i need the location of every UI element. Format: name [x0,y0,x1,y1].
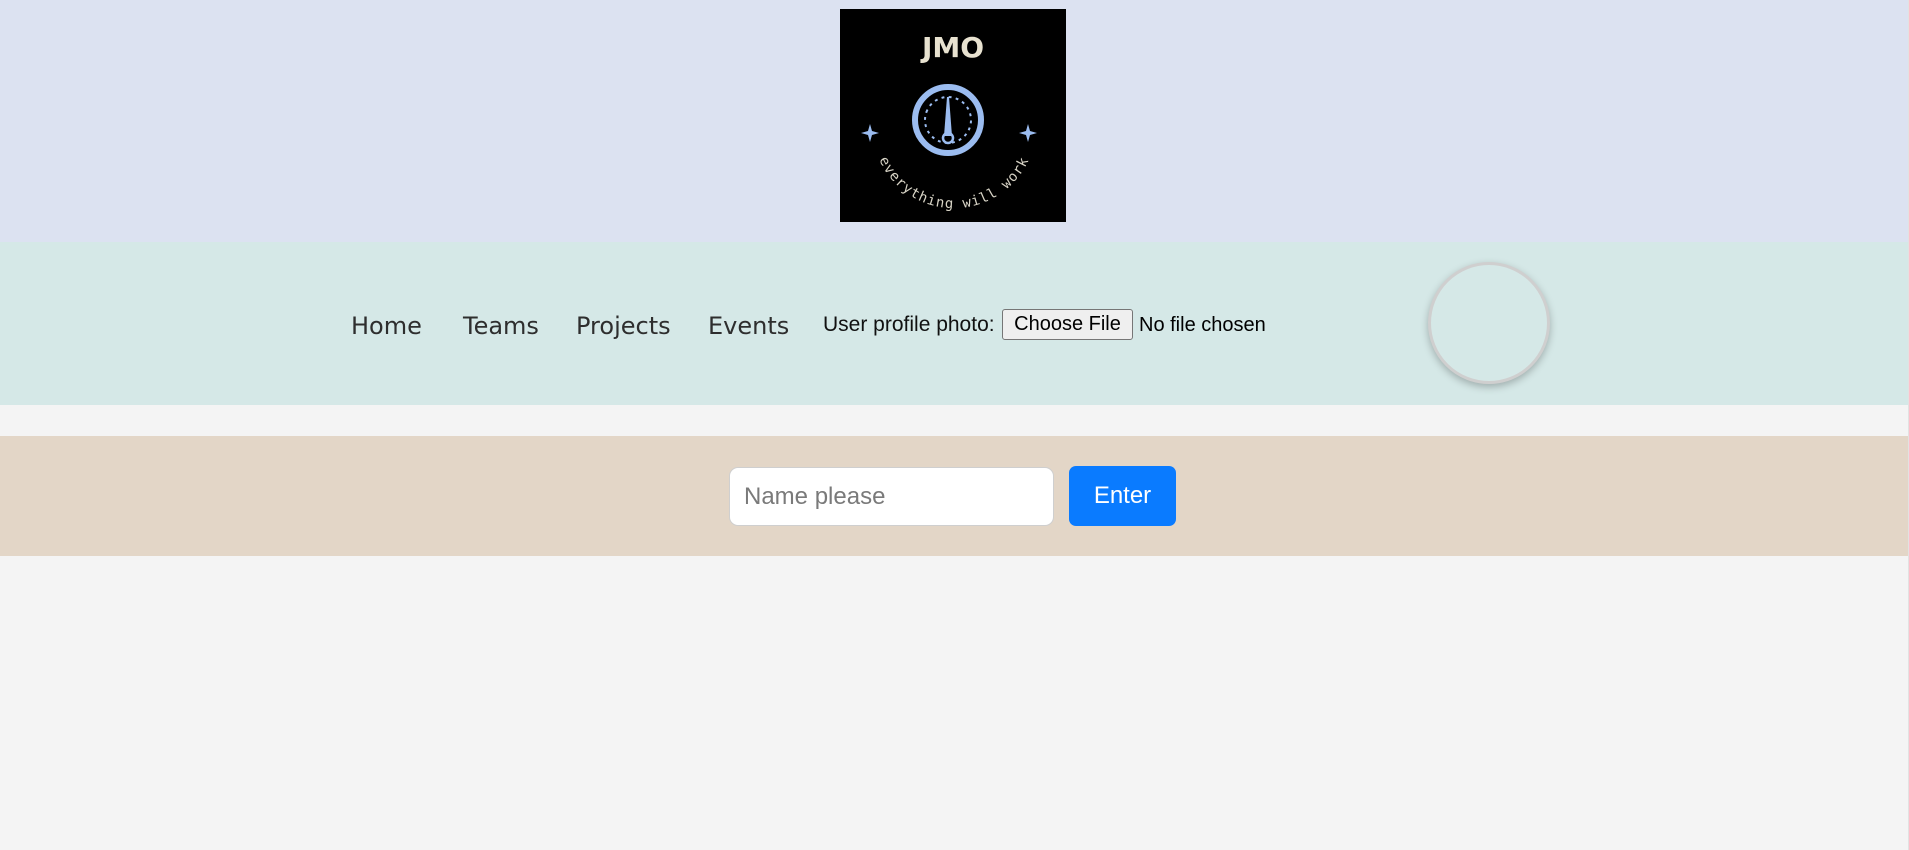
nav-teams-link[interactable]: Teams [463,311,539,341]
nav-events-link[interactable]: Events [708,311,789,341]
choose-file-button[interactable]: Choose File [1002,309,1133,340]
profile-avatar[interactable] [1428,262,1550,384]
file-status-text: No file chosen [1139,314,1266,336]
enter-button[interactable]: Enter [1069,466,1176,526]
name-input[interactable] [729,467,1054,526]
nav-home-link[interactable]: Home [351,311,422,341]
page: JMO everything will work Home Teams Proj… [0,0,1909,850]
logo-graphic: JMO everything will work [861,31,1037,212]
logo-wordmark: JMO [920,31,984,64]
logo-tagline: everything will work [875,154,1032,212]
gauge-icon [912,84,984,156]
nav-projects-link[interactable]: Projects [576,311,671,341]
site-logo: JMO everything will work [840,9,1066,222]
profile-photo-label: User profile photo: [823,313,995,336]
